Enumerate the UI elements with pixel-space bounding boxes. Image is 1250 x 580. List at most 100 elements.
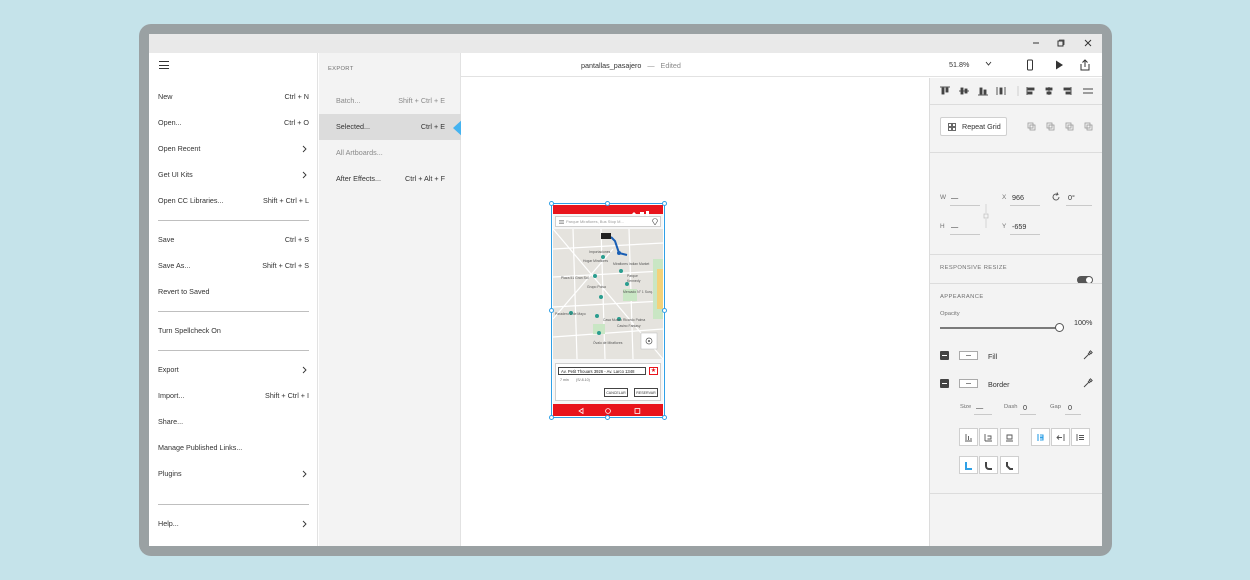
height-underline <box>950 234 980 235</box>
export-all-artboards[interactable]: All Artboards... <box>319 140 461 166</box>
boolean-ops-icons <box>1027 122 1093 131</box>
cap-butt-button[interactable] <box>959 456 978 474</box>
resize-handle[interactable] <box>662 201 667 206</box>
export-batch[interactable]: Batch... Shift + Ctrl + E <box>319 88 461 114</box>
play-icon[interactable] <box>1053 59 1065 71</box>
fill-label: Fill <box>988 352 998 361</box>
search-input[interactable]: Parque Miraflores, Bus Stop M... <box>555 216 661 227</box>
eyedropper-icon[interactable] <box>1083 378 1093 388</box>
opacity-label: Opacity <box>940 311 960 317</box>
cap-round-button[interactable] <box>979 456 998 474</box>
rotation-field[interactable]: 0° <box>1068 193 1075 202</box>
border-checkbox[interactable] <box>940 379 949 388</box>
width-label: W <box>940 194 947 201</box>
cap-square-button[interactable] <box>1000 456 1019 474</box>
menu-item-plugins[interactable]: Plugins <box>158 467 309 481</box>
fill-checkbox[interactable] <box>940 351 949 360</box>
reserve-button[interactable]: RESERVAR <box>634 388 658 397</box>
resize-handle[interactable] <box>549 415 554 420</box>
menu-item-export[interactable]: Export <box>158 363 309 377</box>
height-field[interactable]: — <box>951 222 958 231</box>
resize-handle[interactable] <box>549 201 554 206</box>
zoom-level[interactable]: 51.8% <box>949 60 969 69</box>
menu-item-open[interactable]: Open... Ctrl + O <box>158 116 309 130</box>
artboard-mobile[interactable]: Parque Miraflores, Bus Stop M... Importa… <box>553 205 663 416</box>
opacity-slider-thumb[interactable] <box>1055 323 1064 332</box>
svg-text:Óvalo de Miraflores: Óvalo de Miraflores <box>593 340 623 345</box>
menu-divider <box>158 504 309 505</box>
resize-handle[interactable] <box>549 308 554 313</box>
menu-item-revert[interactable]: Revert to Saved <box>158 285 309 299</box>
stroke-align-icon <box>965 434 972 442</box>
menu-item-open-cc-libraries[interactable]: Open CC Libraries... Shift + Ctrl + L <box>158 194 309 208</box>
star-icon[interactable]: ★ <box>649 367 658 375</box>
map-graphic: Importaciones Hogar Miraflores Miraflore… <box>553 228 663 360</box>
svg-text:Casino Fantasy: Casino Fantasy <box>617 324 641 328</box>
export-after-effects[interactable]: After Effects... Ctrl + Alt + F <box>319 166 461 192</box>
cancel-button[interactable]: CANCELAR <box>604 388 628 397</box>
close-icon[interactable] <box>1081 37 1095 51</box>
opacity-slider-track[interactable] <box>940 327 1060 329</box>
map-view[interactable]: Importaciones Hogar Miraflores Miraflore… <box>553 228 663 360</box>
height-label: H <box>940 223 945 230</box>
menu-item-save[interactable]: Save Ctrl + S <box>158 233 309 247</box>
gap-underline <box>1065 414 1081 415</box>
menu-item-share[interactable]: Share... <box>158 415 309 429</box>
hamburger-icon[interactable] <box>159 61 169 69</box>
stroke-outside-button[interactable] <box>1000 428 1019 446</box>
resize-handle[interactable] <box>605 415 610 420</box>
stroke-inside-button[interactable] <box>959 428 978 446</box>
stroke-center-button[interactable] <box>979 428 998 446</box>
panel-divider <box>930 152 1102 153</box>
resize-handle[interactable] <box>605 201 610 206</box>
align-toolbar <box>940 86 1093 96</box>
size-field[interactable]: — <box>976 403 983 412</box>
rotate-icon[interactable] <box>1051 192 1061 202</box>
menu-item-get-ui-kits[interactable]: Get UI Kits <box>158 168 309 182</box>
panel-divider <box>930 283 1102 284</box>
menu-item-new[interactable]: New Ctrl + N <box>158 90 309 104</box>
dash-field[interactable]: 0 <box>1023 403 1027 412</box>
minimize-icon[interactable] <box>1029 37 1043 51</box>
join-miter-button[interactable] <box>1031 428 1050 446</box>
menu-item-import[interactable]: Import... Shift + Ctrl + I <box>158 389 309 403</box>
export-selected[interactable]: Selected... Ctrl + E <box>319 114 461 140</box>
design-canvas[interactable]: Parque Miraflores, Bus Stop M... Importa… <box>461 78 929 546</box>
join-bevel-button[interactable] <box>1071 428 1090 446</box>
border-swatch[interactable] <box>959 379 978 388</box>
width-field[interactable]: — <box>951 193 958 202</box>
x-field[interactable]: 966 <box>1012 193 1024 202</box>
restore-icon[interactable] <box>1054 37 1068 51</box>
size-label: Size <box>960 404 972 410</box>
join-round-button[interactable] <box>1051 428 1070 446</box>
dash-label: Dash <box>1004 404 1018 410</box>
y-field[interactable]: -659 <box>1012 222 1026 231</box>
stroke-join-icon <box>1037 434 1044 441</box>
chevron-right-icon <box>302 366 307 374</box>
lock-ratio-icon[interactable] <box>983 204 989 228</box>
share-icon[interactable] <box>1079 59 1091 71</box>
border-label: Border <box>988 380 1010 389</box>
menu-divider <box>158 350 309 351</box>
chevron-down-icon[interactable] <box>985 61 992 66</box>
x-label: X <box>1002 194 1007 201</box>
menu-item-help[interactable]: Help... <box>158 517 309 531</box>
resize-handle[interactable] <box>662 415 667 420</box>
menu-item-save-as[interactable]: Save As... Shift + Ctrl + S <box>158 259 309 273</box>
eyedropper-icon[interactable] <box>1083 350 1093 360</box>
app-menu: New Ctrl + N Open... Ctrl + O Open Recent … <box>149 53 318 546</box>
menu-item-open-recent[interactable]: Open Recent <box>158 142 309 156</box>
chevron-right-icon <box>302 520 307 528</box>
repeat-grid-button[interactable]: Repeat Grid <box>940 117 1007 136</box>
document-toolbar: pantallas_pasajero — Edited 51.8% <box>461 53 1102 77</box>
gap-field[interactable]: 0 <box>1068 403 1072 412</box>
svg-text:Grupo Polsa: Grupo Polsa <box>587 285 606 289</box>
menu-divider <box>158 220 309 221</box>
device-preview-icon[interactable] <box>1024 59 1036 71</box>
opacity-value[interactable]: 100% <box>1074 318 1092 327</box>
y-label: Y <box>1002 223 1007 230</box>
resize-handle[interactable] <box>662 308 667 313</box>
fill-swatch[interactable] <box>959 351 978 360</box>
menu-item-manage-links[interactable]: Manage Published Links... <box>158 441 309 455</box>
menu-item-spellcheck[interactable]: Turn Spellcheck On <box>158 324 309 338</box>
